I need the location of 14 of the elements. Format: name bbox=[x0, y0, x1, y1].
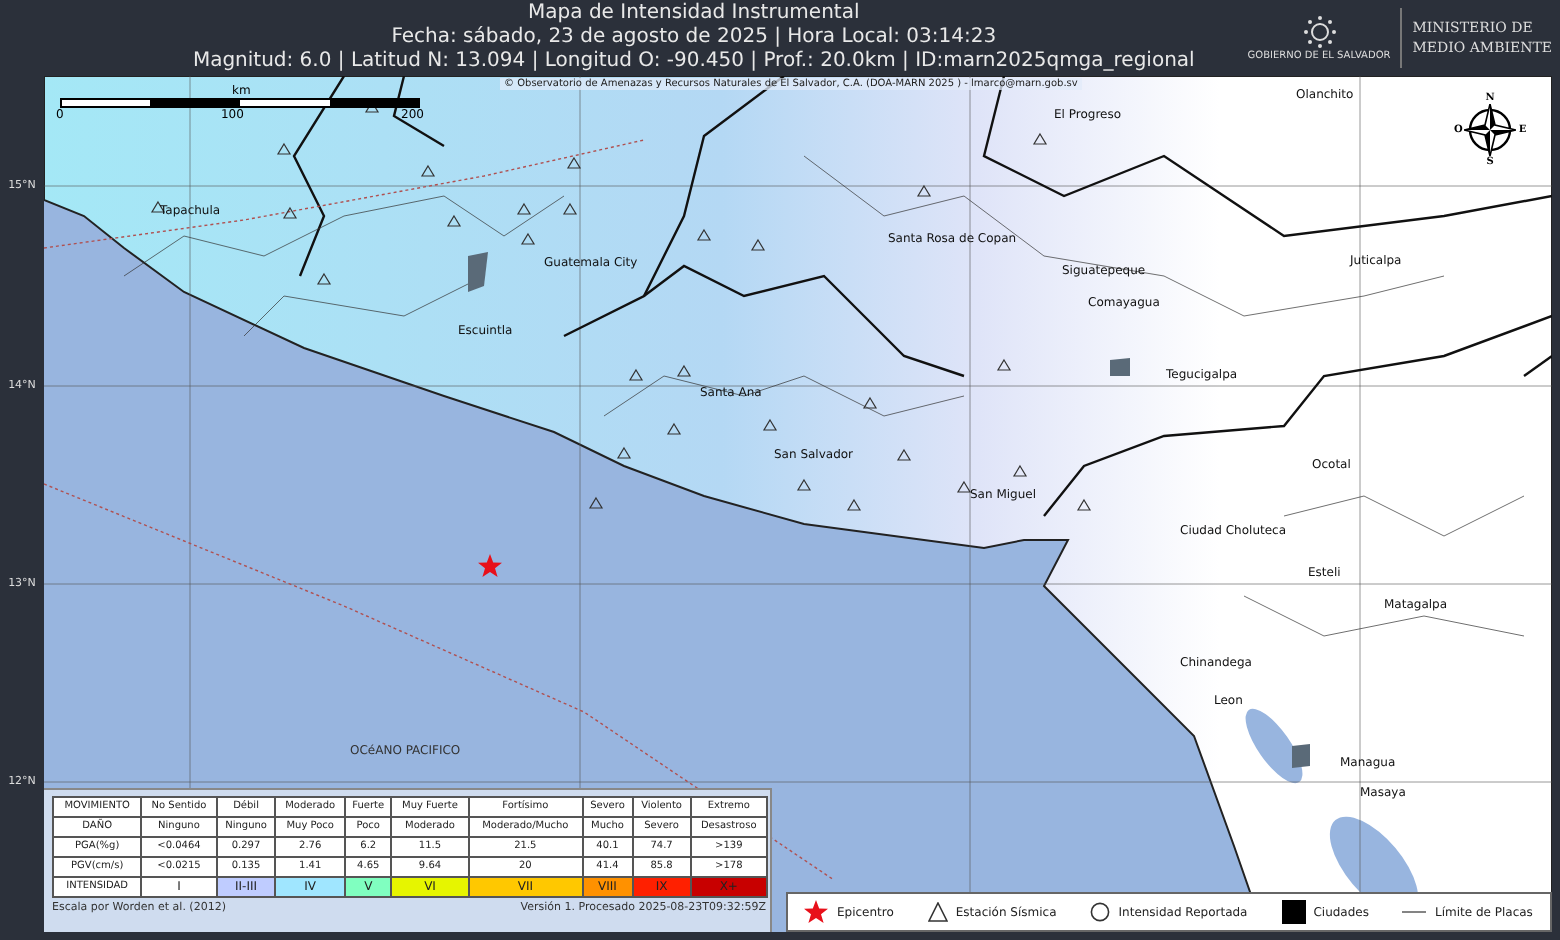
compass-rose-icon bbox=[1464, 104, 1517, 156]
city-area-icon bbox=[468, 252, 488, 292]
city-area-icon bbox=[1110, 358, 1130, 376]
date-line: Fecha: sábado, 23 de agosto de 2025 | Hora Local: 03:14:23 bbox=[391, 26, 997, 50]
info-line: Magnitud: 6.0 | Latitud N: 13.094 | Longitud O: -90.450 | Prof.: 20.0km | ID:marn2025qmga_regional bbox=[192, 50, 1195, 74]
emblem-icon bbox=[1301, 14, 1337, 50]
triangle-icon bbox=[927, 902, 948, 922]
line-icon bbox=[1402, 910, 1427, 914]
square-icon bbox=[1281, 900, 1306, 924]
circle-icon bbox=[1090, 902, 1111, 922]
epicenter-icon bbox=[478, 554, 502, 578]
city-area-icon bbox=[1292, 744, 1310, 768]
star-icon bbox=[804, 900, 829, 924]
map-title: Mapa de Intensidad Instrumental bbox=[528, 2, 860, 26]
